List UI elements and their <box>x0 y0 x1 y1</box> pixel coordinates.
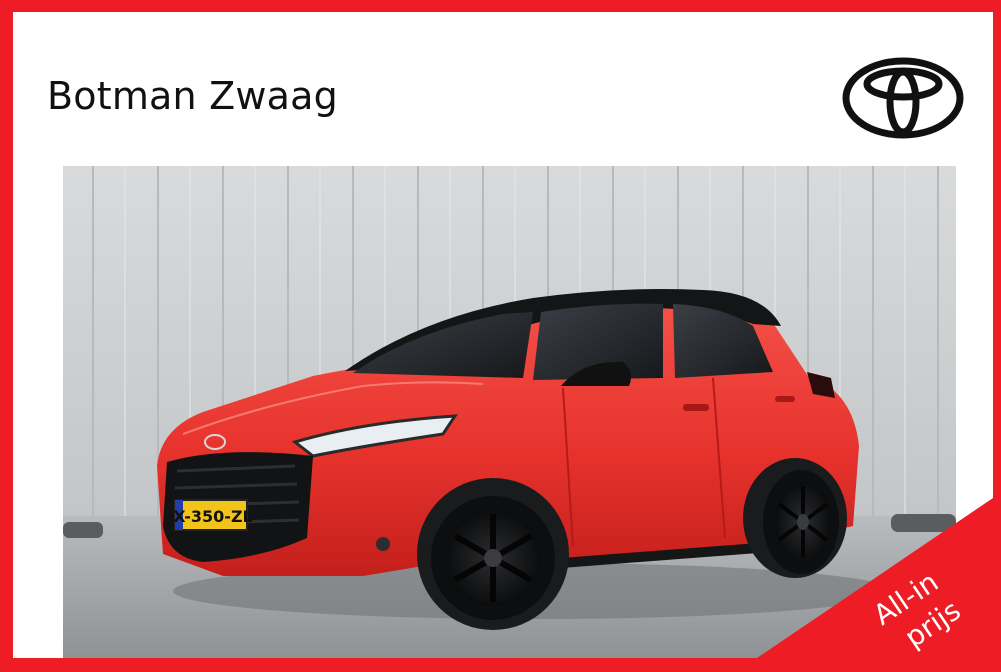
license-plate: X-350-ZL <box>173 507 253 526</box>
all-in-price-badge: All-in prijs <box>757 498 993 658</box>
toyota-logo-icon <box>842 57 964 139</box>
dealer-name: Botman Zwaag <box>47 74 338 118</box>
listing-card: Botman Zwaag X-350-ZL All-in prijs <box>0 0 1001 672</box>
